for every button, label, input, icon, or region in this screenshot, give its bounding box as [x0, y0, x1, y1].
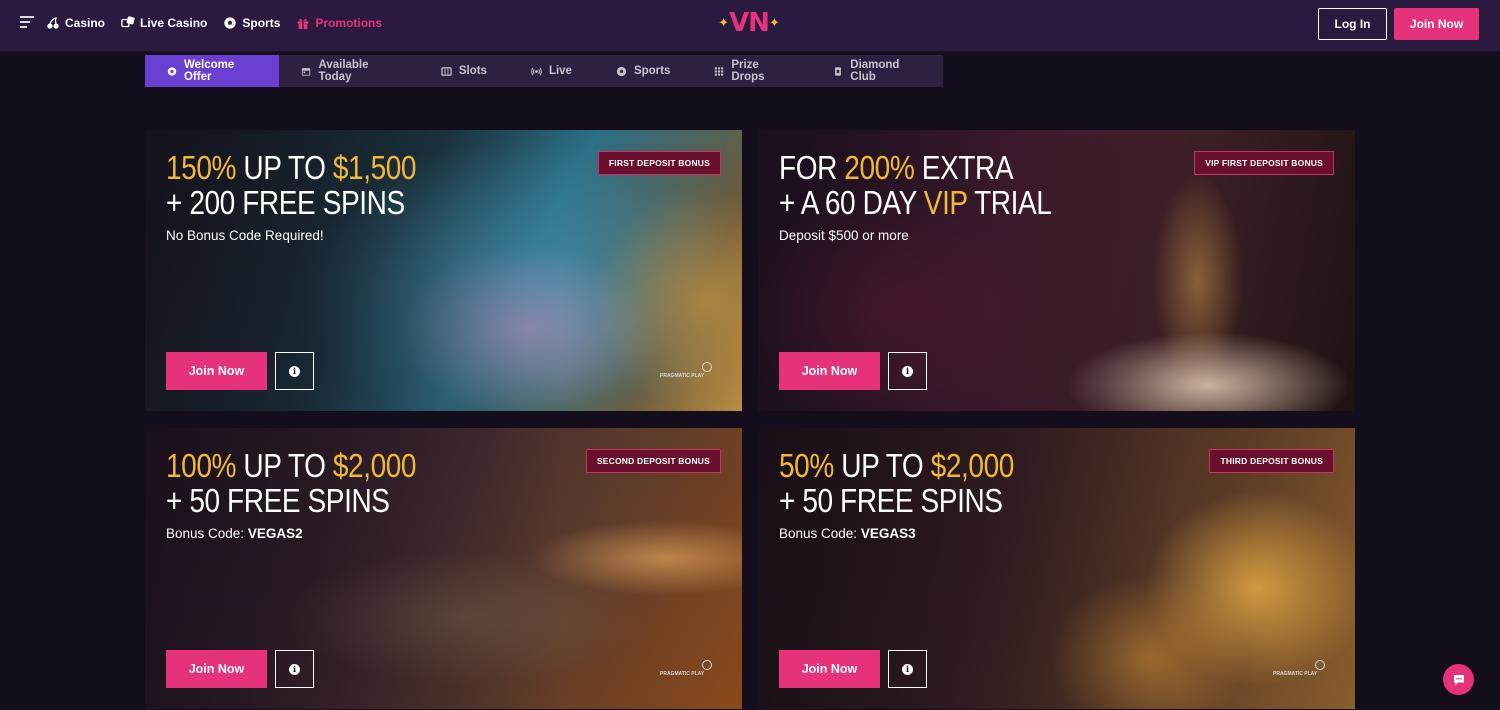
- promo-card-second-deposit: 100% UP TO $2,000 + 50 FREE SPINS Bonus …: [145, 428, 742, 709]
- calendar-icon: [302, 67, 311, 76]
- nav-casino[interactable]: Casino: [46, 16, 105, 30]
- card-icon: [835, 66, 842, 76]
- info-button[interactable]: i: [275, 352, 314, 390]
- pragmatic-play-logo: PRAGMATIC PLAY: [660, 660, 714, 682]
- join-now-header-button[interactable]: Join Now: [1394, 8, 1479, 40]
- gear-badge-icon: [167, 66, 177, 76]
- promo-headline: 150% UP TO $1,500 + 200 FREE SPINS: [166, 149, 417, 221]
- cherries-icon: [47, 17, 59, 29]
- logo-text: VN: [729, 8, 770, 38]
- promo-subtext: Deposit $500 or more: [779, 228, 909, 243]
- promo-badge: THIRD DEPOSIT BONUS: [1209, 449, 1334, 473]
- promo-subtext: No Bonus Code Required!: [166, 228, 324, 243]
- info-icon: i: [289, 663, 300, 675]
- sparkle-icon: ✦: [718, 15, 730, 30]
- join-now-button[interactable]: Join Now: [166, 352, 267, 390]
- pragmatic-play-logo: PRAGMATIC PLAY: [660, 362, 714, 384]
- promo-card-first-deposit: 150% UP TO $1,500 + 200 FREE SPINS No Bo…: [145, 130, 742, 411]
- join-now-button[interactable]: Join Now: [779, 352, 880, 390]
- tab-label: Sports: [633, 65, 671, 77]
- tab-sports[interactable]: Sports: [594, 55, 692, 87]
- bonus-code: VEGAS3: [860, 526, 916, 541]
- nav-casino-label: Casino: [65, 16, 106, 30]
- tab-prize-drops[interactable]: Prize Drops: [692, 55, 811, 87]
- site-logo[interactable]: ✦ VN ✦: [718, 8, 780, 38]
- grid-icon: [715, 66, 724, 76]
- main-nav: Casino Live Casino Sports Promotions: [46, 0, 382, 46]
- tab-label: Diamond Club: [850, 59, 900, 83]
- slot-machine-icon: [441, 66, 452, 76]
- promo-card-third-deposit: 50% UP TO $2,000 + 50 FREE SPINS Bonus C…: [758, 428, 1355, 709]
- chat-bubble-icon: [1453, 674, 1464, 685]
- promo-subtext: Bonus Code: VEGAS3: [779, 526, 916, 541]
- info-button[interactable]: i: [275, 650, 314, 688]
- gift-icon: [298, 18, 309, 30]
- tab-label: Welcome Offer: [183, 59, 235, 83]
- bonus-code: VEGAS2: [247, 526, 303, 541]
- soccer-ball-icon: [616, 66, 627, 76]
- pragmatic-play-logo: PRAGMATIC PLAY: [1273, 660, 1327, 682]
- broadcast-icon: [531, 67, 542, 75]
- hamburger-menu-icon[interactable]: [20, 16, 34, 30]
- login-button[interactable]: Log In: [1318, 8, 1387, 40]
- top-navbar: Casino Live Casino Sports Promotions ✦ V…: [0, 0, 1500, 52]
- tab-label: Available Today: [318, 59, 369, 83]
- promo-badge: FIRST DEPOSIT BONUS: [597, 151, 721, 175]
- tab-live[interactable]: Live: [509, 55, 594, 87]
- info-icon: i: [289, 365, 300, 377]
- soccer-ball-icon: [224, 17, 237, 29]
- promo-headline: FOR 200% EXTRA + A 60 DAY VIP TRIAL: [779, 149, 1052, 221]
- promo-badge: VIP FIRST DEPOSIT BONUS: [1194, 151, 1334, 175]
- tab-slots[interactable]: Slots: [419, 55, 509, 87]
- promo-headline: 50% UP TO $2,000 + 50 FREE SPINS: [779, 447, 1014, 519]
- info-icon: i: [902, 365, 913, 377]
- tab-label: Prize Drops: [731, 59, 765, 83]
- promo-badge: SECOND DEPOSIT BONUS: [585, 449, 721, 473]
- live-chat-button[interactable]: [1443, 664, 1474, 695]
- info-button[interactable]: i: [888, 352, 927, 390]
- info-icon: i: [902, 663, 913, 675]
- promo-subtext: Bonus Code: VEGAS2: [166, 526, 303, 541]
- tab-label: Slots: [458, 65, 487, 77]
- nav-live-casino[interactable]: Live Casino: [121, 16, 207, 30]
- sparkle-icon: ✦: [768, 15, 780, 30]
- join-now-button[interactable]: Join Now: [779, 650, 880, 688]
- nav-sports[interactable]: Sports: [223, 16, 280, 30]
- join-now-button[interactable]: Join Now: [166, 650, 267, 688]
- info-button[interactable]: i: [888, 650, 927, 688]
- nav-promotions[interactable]: Promotions: [296, 16, 382, 30]
- promo-card-vip-first-deposit: FOR 200% EXTRA + A 60 DAY VIP TRIAL Depo…: [758, 130, 1355, 411]
- tab-available-today[interactable]: Available Today: [279, 55, 418, 87]
- nav-promotions-label: Promotions: [315, 16, 383, 30]
- promo-category-tabs: Welcome Offer Available Today Slots Live…: [145, 55, 943, 87]
- promo-headline: 100% UP TO $2,000 + 50 FREE SPINS: [166, 447, 417, 519]
- tab-label: Live: [548, 65, 572, 77]
- tab-welcome-offer[interactable]: Welcome Offer: [145, 55, 280, 87]
- nav-sports-label: Sports: [242, 16, 281, 30]
- nav-live-casino-label: Live Casino: [140, 16, 208, 30]
- tab-diamond-club[interactable]: Diamond Club: [811, 55, 943, 87]
- dice-icon: [121, 16, 135, 28]
